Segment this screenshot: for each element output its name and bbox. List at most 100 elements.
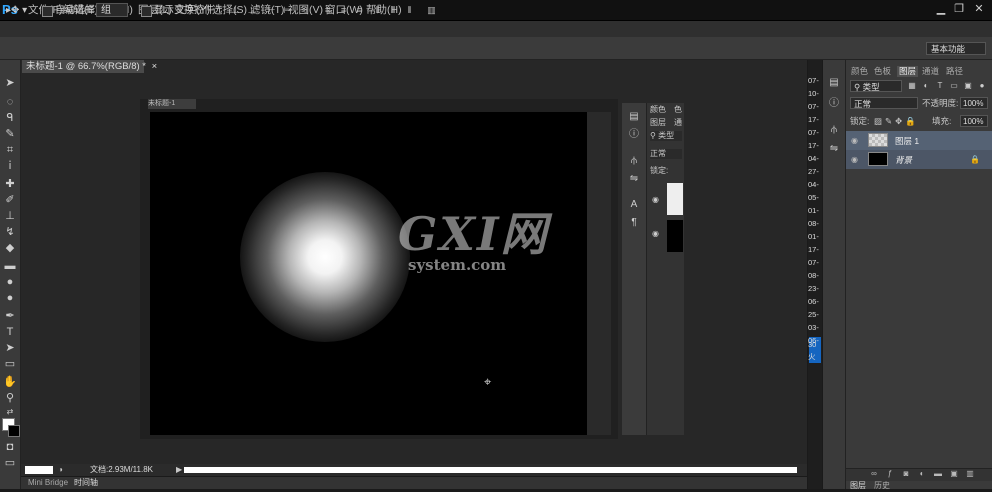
document-tab-close[interactable]: × <box>152 61 158 72</box>
tab-channels[interactable]: 通道 <box>922 66 939 77</box>
inner-eye-icon[interactable]: ◉ <box>652 195 659 205</box>
tab-paths[interactable]: 路径 <box>946 66 963 77</box>
type-tool-icon[interactable]: T <box>3 325 17 339</box>
restore-icon[interactable]: ❐ <box>950 2 968 17</box>
document-tab[interactable]: 未标题-1 @ 66.7%(RGB/8) * × <box>22 60 157 73</box>
history-panel-icon[interactable]: ▤ <box>827 76 841 90</box>
filter-smart-icon[interactable]: ▣ <box>963 81 973 91</box>
lock-icons[interactable]: ▨✎✥🔒 <box>874 115 919 127</box>
auto-align-icon[interactable]: ▥ <box>426 5 437 16</box>
align-right-icon[interactable]: ⊣ <box>298 5 309 16</box>
lasso-tool-icon[interactable]: ᑫ <box>3 111 17 125</box>
inner-tab-layers[interactable]: 图层 <box>650 118 666 128</box>
path-select-tool-icon[interactable]: ➤ <box>3 341 17 355</box>
adjustments-panel-icon[interactable]: ⇋ <box>827 142 841 156</box>
new-layer-icon[interactable]: ▣ <box>949 469 959 479</box>
healing-brush-tool-icon[interactable]: ✚ <box>3 177 17 191</box>
distribute-hcenter-icon[interactable]: ⫴ <box>388 5 399 16</box>
distribute-left-icon[interactable]: ⫴ <box>372 5 383 16</box>
bottom-tab-history[interactable]: 历史 <box>874 480 890 492</box>
eyedropper-tool-icon[interactable]: ⅰ <box>3 159 17 173</box>
crop-tool-icon[interactable]: ⌗ <box>3 143 17 157</box>
distribute-vcenter-icon[interactable]: ≡ <box>338 5 349 16</box>
move-tool-preset-icon[interactable]: ▸✥ ▾ <box>6 4 27 18</box>
marquee-tool-icon[interactable]: ◌ <box>3 95 17 109</box>
minimize-icon[interactable]: ▁ <box>932 2 950 17</box>
quick-select-tool-icon[interactable]: ✎ <box>3 127 17 141</box>
inner-kind-filter[interactable]: ⚲ 类型 <box>650 131 682 141</box>
inner-tab-swatch[interactable]: 色 <box>674 105 682 115</box>
background-visibility-icon[interactable]: ◉ <box>851 155 861 165</box>
add-mask-icon[interactable]: ◙ <box>901 469 911 479</box>
swap-colors-icon[interactable]: ⇄ <box>3 405 17 419</box>
inner-eye-icon-2[interactable]: ◉ <box>652 229 659 239</box>
brush-panel-icon[interactable]: ⫛ <box>827 123 841 137</box>
eraser-tool-icon[interactable]: ◆ <box>3 241 17 255</box>
auto-select-checkbox[interactable] <box>42 6 53 17</box>
inner-character-icon[interactable]: A <box>627 198 641 212</box>
hand-tool-icon[interactable]: ✋ <box>3 375 17 389</box>
layer1-visibility-icon[interactable]: ◉ <box>851 136 861 146</box>
inner-info-icon[interactable]: ⓘ <box>627 128 641 142</box>
delete-layer-icon[interactable]: ▥ <box>965 469 975 479</box>
inner-history-icon[interactable]: ▤ <box>627 110 641 124</box>
align-top-icon[interactable]: ⊤ <box>214 5 225 16</box>
layer-kind-filter[interactable]: ⚲ 类型 <box>850 80 902 92</box>
fill-field[interactable]: 100% <box>960 115 988 127</box>
inner-tab-channels[interactable]: 通 <box>674 118 682 128</box>
filter-adjust-icon[interactable]: ◐ <box>921 81 931 91</box>
zoom-tool-icon[interactable]: ⚲ <box>3 391 17 405</box>
align-left-icon[interactable]: ⊢ <box>266 5 277 16</box>
move-tool-icon[interactable]: ➤ <box>3 76 17 90</box>
quick-mask-icon[interactable]: ◘ <box>3 440 17 454</box>
new-group-icon[interactable]: ▬ <box>933 469 943 479</box>
workspace-switcher[interactable]: 基本功能 <box>926 42 986 55</box>
layer-style-icon[interactable]: ƒ <box>885 469 895 479</box>
distribute-right-icon[interactable]: ⫴ <box>404 5 415 16</box>
tab-color[interactable]: 颜色 <box>851 66 868 77</box>
filter-shape-icon[interactable]: ▭ <box>949 81 959 91</box>
inner-brush-icon[interactable]: ⫛ <box>627 154 641 168</box>
close-icon[interactable]: ✕ <box>970 2 988 17</box>
filter-pixel-icon[interactable]: ▦ <box>907 81 917 91</box>
filter-type-icon[interactable]: T <box>935 81 945 91</box>
align-hcenter-icon[interactable]: ⊨ <box>282 5 293 16</box>
strip-label: 04- <box>808 180 819 189</box>
pen-tool-icon[interactable]: ✒ <box>3 309 17 323</box>
horizontal-scrollbar[interactable] <box>184 467 797 473</box>
screen-mode-icon[interactable]: ▭ <box>3 456 17 470</box>
status-menu-arrow-icon[interactable]: ▶ <box>176 464 182 476</box>
status-info-icon[interactable]: ◑ <box>58 464 63 476</box>
show-transform-checkbox[interactable] <box>141 6 152 17</box>
inner-tab-color[interactable]: 颜色 <box>650 105 666 115</box>
blend-mode-dropdown[interactable]: 正常 <box>850 97 918 109</box>
inner-blend-mode[interactable]: 正常 <box>650 149 682 159</box>
background-color-swatch[interactable] <box>8 425 20 437</box>
info-panel-icon[interactable]: ⓘ <box>827 97 841 111</box>
filter-toggle-icon[interactable]: ● <box>977 81 987 91</box>
clone-stamp-tool-icon[interactable]: ⊥ <box>3 209 17 223</box>
zoom-field[interactable] <box>25 466 53 474</box>
distribute-top-icon[interactable]: ≡ <box>322 5 333 16</box>
auto-select-dropdown[interactable]: 组 <box>96 3 128 17</box>
canvas[interactable] <box>150 112 587 435</box>
distribute-bottom-icon[interactable]: ≡ <box>354 5 365 16</box>
align-bottom-icon[interactable]: ⊥ <box>246 5 257 16</box>
shape-tool-icon[interactable]: ▭ <box>3 357 17 371</box>
bottom-tab-layers[interactable]: 图层 <box>850 480 866 492</box>
adjustment-layer-icon[interactable]: ◐ <box>917 469 927 479</box>
link-layers-icon[interactable]: ∞ <box>869 469 879 479</box>
tab-timeline[interactable]: 时间轴 <box>74 477 98 489</box>
inner-adjust-icon[interactable]: ⇋ <box>627 172 641 186</box>
tab-swatches[interactable]: 色板 <box>874 66 891 77</box>
opacity-field[interactable]: 100% <box>960 97 988 109</box>
brush-tool-icon[interactable]: ✐ <box>3 193 17 207</box>
history-brush-tool-icon[interactable]: ↯ <box>3 225 17 239</box>
inner-paragraph-icon[interactable]: ¶ <box>627 216 641 230</box>
tab-layers[interactable]: 图层 <box>897 66 919 77</box>
tab-mini-bridge[interactable]: Mini Bridge <box>28 477 68 489</box>
gradient-tool-icon[interactable]: ▬ <box>3 259 17 273</box>
align-vcenter-icon[interactable]: ⊥ <box>230 5 241 16</box>
dodge-tool-icon[interactable]: ● <box>3 291 17 305</box>
blur-tool-icon[interactable]: ● <box>3 275 17 289</box>
